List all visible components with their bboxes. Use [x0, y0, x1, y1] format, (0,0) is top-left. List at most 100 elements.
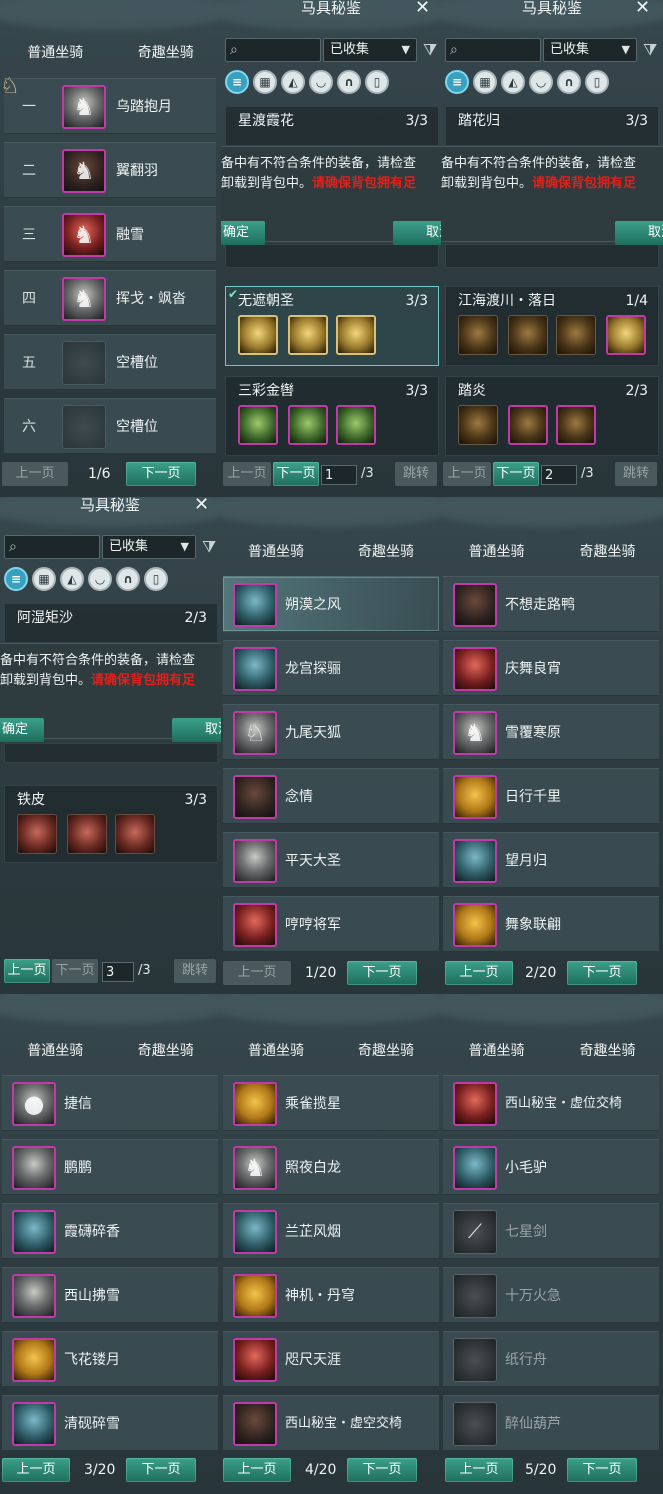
- tab-normal-mounts[interactable]: 普通坐骑: [0, 1038, 111, 1064]
- gear-set-card[interactable]: 铁皮 3/3: [4, 785, 218, 863]
- mount-list-item[interactable]: 望月归: [443, 832, 659, 888]
- close-icon[interactable]: ✕: [194, 497, 209, 515]
- mount-list-item[interactable]: 鹏鹏: [2, 1139, 218, 1195]
- confirm-button[interactable]: 确定: [0, 718, 44, 742]
- mount-list-item[interactable]: 醉仙葫芦: [443, 1395, 659, 1451]
- collection-filter-select[interactable]: 已收集 ▼: [323, 38, 417, 62]
- jump-button[interactable]: 跳转: [174, 959, 216, 983]
- mount-list-item[interactable]: 小毛驴: [443, 1139, 659, 1195]
- tab-normal-mounts[interactable]: 普通坐骑: [0, 40, 111, 66]
- category-armor-icon[interactable]: ▯: [365, 70, 389, 94]
- gear-piece-icon[interactable]: [288, 405, 328, 445]
- gear-set-card-partial[interactable]: [4, 743, 218, 763]
- prev-page-button[interactable]: 上一页: [445, 961, 513, 985]
- category-grid-icon[interactable]: ▦: [473, 70, 497, 94]
- mount-list-item[interactable]: ♞ 照夜白龙: [223, 1139, 439, 1195]
- jump-button[interactable]: 跳转: [395, 462, 437, 486]
- category-horseshoe-icon[interactable]: ∩: [557, 70, 581, 94]
- next-page-button[interactable]: 下一页: [126, 1458, 196, 1482]
- gear-set-card-partial[interactable]: [225, 244, 439, 268]
- page-number-input[interactable]: 3: [102, 962, 134, 982]
- gear-set-card[interactable]: 踏花归 3/3: [445, 106, 659, 146]
- mount-slot-2[interactable]: 二 ♞ 翼翻羽: [4, 142, 216, 198]
- search-input[interactable]: ⌕: [225, 38, 321, 62]
- gear-piece-icon[interactable]: [556, 315, 596, 355]
- gear-piece-icon[interactable]: [17, 814, 57, 854]
- category-head-icon[interactable]: ◭: [501, 70, 525, 94]
- mount-list-item[interactable]: 兰芷风烟: [223, 1203, 439, 1259]
- mount-list-item[interactable]: 十万火急: [443, 1267, 659, 1323]
- mount-list-item[interactable]: 庆舞良宵: [443, 640, 659, 696]
- gear-piece-icon[interactable]: [67, 814, 107, 854]
- prev-page-button[interactable]: 上一页: [4, 959, 50, 983]
- cancel-button[interactable]: 取消: [393, 221, 441, 245]
- category-armor-icon[interactable]: ▯: [585, 70, 609, 94]
- prev-page-button[interactable]: 上一页: [445, 1458, 513, 1482]
- gear-set-card[interactable]: 三彩金辔 3/3: [225, 376, 439, 456]
- mount-list-item[interactable]: 龙宫探骊: [223, 640, 439, 696]
- category-saddle-icon[interactable]: ◡: [88, 567, 112, 591]
- mount-slot-1[interactable]: 一 ♞ 乌踏抱月: [4, 78, 216, 134]
- cancel-button[interactable]: 取消: [172, 718, 221, 742]
- mount-slot-3[interactable]: 三 ♞ 融雪: [4, 206, 216, 262]
- next-page-button[interactable]: 下一页: [493, 462, 539, 486]
- next-page-button[interactable]: 下一页: [347, 1458, 417, 1482]
- gear-set-card[interactable]: 阿湿矩沙 2/3: [4, 603, 218, 643]
- tab-fun-mounts[interactable]: 奇趣坐骑: [331, 539, 441, 565]
- category-all-icon[interactable]: ≡: [445, 70, 469, 94]
- jump-button[interactable]: 跳转: [615, 462, 657, 486]
- mount-list-item[interactable]: 不想走路鸭: [443, 576, 659, 632]
- prev-page-button[interactable]: 上一页: [223, 462, 271, 486]
- mount-list-item[interactable]: 日行千里: [443, 768, 659, 824]
- mount-list-item[interactable]: 西山秘宝・虚位交椅: [443, 1075, 659, 1131]
- tab-normal-mounts[interactable]: 普通坐骑: [221, 539, 331, 565]
- mount-list-item[interactable]: ● 捷信: [2, 1075, 218, 1131]
- collection-filter-select[interactable]: 已收集 ▼: [543, 38, 637, 62]
- category-head-icon[interactable]: ◭: [60, 567, 84, 591]
- gear-set-card[interactable]: 江海渡川・落日 1/4: [445, 286, 659, 366]
- category-armor-icon[interactable]: ▯: [144, 567, 168, 591]
- mount-list-item[interactable]: 西山秘宝・虚空交椅: [223, 1395, 439, 1451]
- prev-page-button[interactable]: 上一页: [443, 462, 491, 486]
- mount-slot-5[interactable]: 五 空槽位: [4, 334, 216, 390]
- gear-piece-icon[interactable]: [288, 315, 328, 355]
- tab-normal-mounts[interactable]: 普通坐骑: [221, 1038, 331, 1064]
- mount-list-item[interactable]: 西山拂雪: [2, 1267, 218, 1323]
- tab-fun-mounts[interactable]: 奇趣坐骑: [111, 1038, 222, 1064]
- gear-set-card-partial[interactable]: [445, 244, 659, 268]
- search-input[interactable]: ⌕: [4, 535, 100, 559]
- category-horseshoe-icon[interactable]: ∩: [337, 70, 361, 94]
- mount-list-item[interactable]: 舞象联翩: [443, 896, 659, 952]
- mount-list-item[interactable]: 哼哼将军: [223, 896, 439, 952]
- tab-fun-mounts[interactable]: 奇趣坐骑: [331, 1038, 441, 1064]
- close-icon[interactable]: ✕: [415, 0, 430, 18]
- prev-page-button[interactable]: 上一页: [223, 961, 291, 985]
- filter-funnel-icon[interactable]: ⧩: [202, 537, 216, 557]
- gear-piece-icon[interactable]: [556, 405, 596, 445]
- cancel-button[interactable]: 取消: [615, 221, 663, 245]
- category-grid-icon[interactable]: ▦: [32, 567, 56, 591]
- gear-set-card[interactable]: 踏炎 2/3: [445, 376, 659, 456]
- next-page-button[interactable]: 下一页: [273, 462, 319, 486]
- gear-piece-icon[interactable]: [238, 405, 278, 445]
- filter-funnel-icon[interactable]: ⧩: [423, 40, 437, 60]
- prev-page-button[interactable]: 上一页: [2, 462, 68, 486]
- mount-list-item[interactable]: ⟋ 七星剑: [443, 1203, 659, 1259]
- gear-piece-icon[interactable]: [336, 315, 376, 355]
- mount-list-item[interactable]: 神机・丹穹: [223, 1267, 439, 1323]
- gear-piece-icon[interactable]: [508, 405, 548, 445]
- next-page-button[interactable]: 下一页: [347, 961, 417, 985]
- category-grid-icon[interactable]: ▦: [253, 70, 277, 94]
- prev-page-button[interactable]: 上一页: [223, 1458, 291, 1482]
- category-all-icon[interactable]: ≡: [4, 567, 28, 591]
- tab-fun-mounts[interactable]: 奇趣坐骑: [111, 40, 222, 66]
- category-head-icon[interactable]: ◭: [281, 70, 305, 94]
- collection-filter-select[interactable]: 已收集 ▼: [102, 535, 196, 559]
- mount-list-item[interactable]: 霞礴碎香: [2, 1203, 218, 1259]
- tab-normal-mounts[interactable]: 普通坐骑: [441, 539, 552, 565]
- mount-slot-4[interactable]: 四 ♞ 挥戈・飒沓: [4, 270, 216, 326]
- mount-list-item[interactable]: 清砚碎雪: [2, 1395, 218, 1451]
- page-number-input[interactable]: 1: [321, 465, 357, 485]
- next-page-button[interactable]: 下一页: [567, 1458, 637, 1482]
- mount-list-item[interactable]: ♘ 九尾天狐: [223, 704, 439, 760]
